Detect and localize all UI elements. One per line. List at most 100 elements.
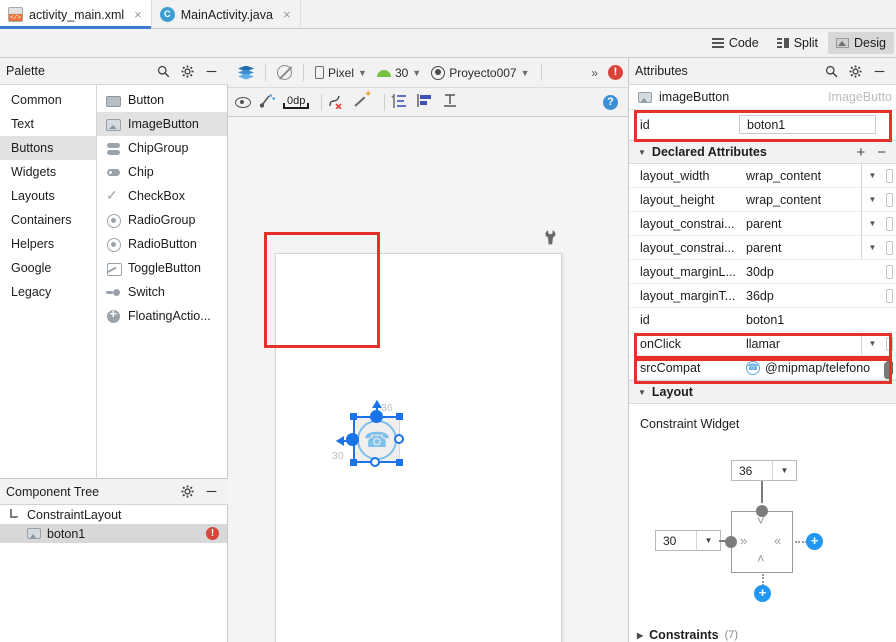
api-level-selector[interactable]: 30 ▼ [372, 64, 426, 82]
constraint-anchor-left[interactable] [346, 433, 359, 446]
palette-item-chipgroup[interactable]: ChipGroup [97, 136, 227, 160]
design-canvas[interactable]: 36 30 ☎ [228, 117, 628, 642]
visibility-icon[interactable] [234, 93, 252, 111]
constraint-anchor-top[interactable] [370, 410, 383, 423]
align-icon[interactable] [416, 93, 434, 111]
palette-item-togglebutton[interactable]: ToggleButton [97, 256, 227, 280]
constraint-left-margin-spinner[interactable]: 30 ▼ [655, 530, 721, 551]
tab-activity-main-xml[interactable]: activity_main.xml × [0, 0, 152, 29]
attributes-scrollbar[interactable] [884, 362, 891, 379]
chevron-down-icon[interactable]: ▼ [861, 212, 883, 235]
clear-constraints-icon[interactable] [328, 93, 346, 111]
attribute-value[interactable]: 30dp [739, 260, 883, 283]
chevron-expand-horizontal-right-icon[interactable]: « [774, 533, 781, 548]
minimize-icon[interactable] [873, 65, 886, 78]
resize-handle-top-right[interactable] [396, 413, 403, 420]
palette-item-switch[interactable]: Switch [97, 280, 227, 304]
value-source-indicator[interactable] [883, 332, 896, 355]
toolbar-overflow-button[interactable]: » [586, 64, 603, 82]
mode-code-button[interactable]: Code [704, 32, 767, 54]
chevron-expand-vertical-bottom-icon[interactable]: ˄ [757, 551, 765, 566]
search-icon[interactable] [825, 65, 838, 78]
chevron-down-icon[interactable]: ▼ [861, 164, 883, 187]
theme-selector[interactable]: Proyecto007 ▼ [426, 64, 534, 82]
selected-widget-boton1[interactable]: 36 30 ☎ [332, 396, 410, 470]
help-icon[interactable]: ? [603, 94, 618, 110]
resize-handle-bottom-left[interactable] [350, 459, 357, 466]
value-source-indicator[interactable] [883, 236, 896, 259]
section-declared-attributes[interactable]: ▼ Declared Attributes + − [629, 140, 896, 164]
search-icon[interactable] [157, 65, 170, 78]
section-layout[interactable]: ▼ Layout [629, 380, 896, 404]
value-source-indicator[interactable] [883, 212, 896, 235]
palette-category-text[interactable]: Text [0, 112, 96, 136]
value-source-indicator[interactable] [883, 260, 896, 283]
chevron-down-icon[interactable]: ▼ [696, 531, 720, 550]
layers-button[interactable] [233, 64, 259, 82]
device-preview-frame[interactable]: 36 30 ☎ [275, 253, 562, 642]
guidelines-icon[interactable]: + [391, 93, 409, 111]
issue-notification-button[interactable]: ! [603, 63, 628, 82]
palette-category-containers[interactable]: Containers [0, 208, 96, 232]
blueprint-toggle-button[interactable] [272, 63, 297, 82]
palette-item-floatingactionbutton[interactable]: FloatingActio... [97, 304, 227, 328]
palette-category-common[interactable]: Common [0, 88, 96, 112]
add-right-constraint-button[interactable]: + [806, 533, 823, 550]
constraint-anchor-right[interactable] [394, 434, 404, 444]
attribute-value[interactable]: boton1 [739, 308, 896, 331]
attribute-value[interactable]: wrap_content [739, 188, 861, 211]
default-margin-button[interactable]: 0dp [282, 95, 310, 109]
chevron-down-icon[interactable]: ▼ [772, 461, 796, 480]
tab-main-activity-java[interactable]: C MainActivity.java × [152, 0, 301, 29]
tree-node-boton1[interactable]: boton1 ! [0, 524, 227, 543]
attribute-value[interactable]: llamar [739, 332, 861, 355]
remove-attribute-button[interactable]: − [877, 144, 886, 161]
tree-node-constraintlayout[interactable]: ConstraintLayout [0, 505, 227, 524]
attribute-value[interactable]: wrap_content [739, 164, 861, 187]
palette-item-chip[interactable]: Chip [97, 160, 227, 184]
gear-icon[interactable] [181, 485, 194, 498]
baseline-icon[interactable] [441, 93, 459, 111]
close-icon[interactable]: × [134, 8, 142, 21]
value-source-indicator[interactable] [883, 284, 896, 307]
chevron-expand-vertical-top-icon[interactable]: ˅ [757, 513, 765, 528]
palette-category-widgets[interactable]: Widgets [0, 160, 96, 184]
palette-item-radiobutton[interactable]: RadioButton [97, 232, 227, 256]
palette-category-buttons[interactable]: Buttons [0, 136, 96, 160]
id-input[interactable]: boton1 [739, 115, 876, 134]
mode-split-button[interactable]: Split [769, 32, 826, 54]
show-warnings-icon[interactable] [259, 93, 277, 111]
value-source-indicator[interactable] [883, 188, 896, 211]
attribute-value[interactable]: 36dp [739, 284, 883, 307]
resize-handle-top-left[interactable] [350, 413, 357, 420]
palette-category-legacy[interactable]: Legacy [0, 280, 96, 304]
resize-handle-bottom-right[interactable] [396, 459, 403, 466]
palette-item-imagebutton[interactable]: ImageButton [97, 112, 227, 136]
section-constraints[interactable]: ▶ Constraints (7) [628, 628, 896, 642]
close-icon[interactable]: × [283, 8, 291, 21]
palette-category-layouts[interactable]: Layouts [0, 184, 96, 208]
chevron-down-icon[interactable]: ▼ [861, 332, 883, 355]
palette-item-checkbox[interactable]: CheckBox [97, 184, 227, 208]
value-source-indicator[interactable] [883, 164, 896, 187]
attribute-value[interactable]: parent [739, 212, 861, 235]
mode-design-button[interactable]: Desig [828, 32, 894, 54]
palette-item-button[interactable]: Button [97, 88, 227, 112]
constraint-anchor-bottom[interactable] [370, 457, 380, 467]
attribute-value[interactable]: parent [739, 236, 861, 259]
minimize-icon[interactable] [205, 485, 218, 498]
palette-item-radiogroup[interactable]: RadioGroup [97, 208, 227, 232]
chevron-down-icon[interactable]: ▼ [861, 236, 883, 259]
gear-icon[interactable] [181, 64, 194, 78]
constraint-top-margin-spinner[interactable]: 36 ▼ [731, 460, 797, 481]
chevron-down-icon[interactable]: ▼ [861, 188, 883, 211]
constraint-anchor-left[interactable] [725, 536, 737, 548]
constraint-widget[interactable]: 36 ▼ ˅ ˄ » « 30 ▼ + + [628, 455, 896, 615]
add-bottom-constraint-button[interactable]: + [754, 585, 771, 602]
chevron-expand-horizontal-left-icon[interactable]: » [740, 533, 747, 548]
wrench-icon[interactable] [543, 230, 557, 246]
palette-category-google[interactable]: Google [0, 256, 96, 280]
add-attribute-button[interactable]: + [856, 144, 865, 161]
infer-constraints-icon[interactable] [353, 89, 372, 111]
palette-category-helpers[interactable]: Helpers [0, 232, 96, 256]
